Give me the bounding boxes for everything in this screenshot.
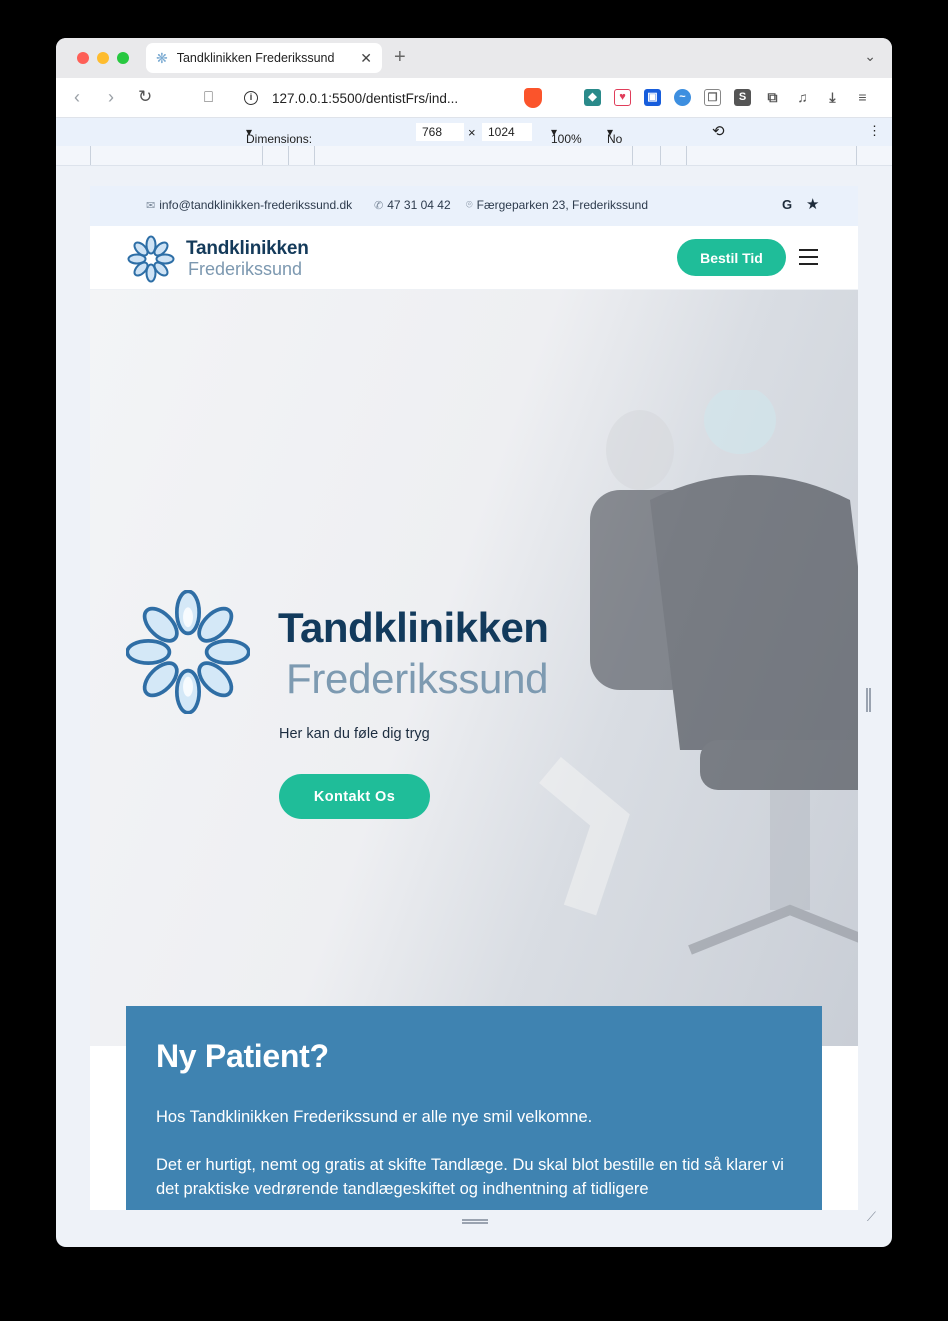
hero-flower-logo-icon (125, 589, 251, 719)
url-text: 127.0.0.1:5500/dentistFrs/ind... (272, 90, 459, 106)
new-patient-heading: Ny Patient? (156, 1038, 329, 1074)
zoom-select[interactable]: 100% ▾ (551, 125, 582, 146)
tab-bar: ❋ Tandklinikken Frederikssund ✕ + ⌄ (56, 38, 892, 78)
extensions-puzzle-icon[interactable]: ⧉ (764, 89, 781, 106)
throttling-select[interactable]: No throttling ▾ (607, 125, 653, 160)
devtools-device-toolbar: Dimensions: Responsive ▾ 768 × 1024 100%… (56, 118, 892, 160)
google-icon[interactable]: G (782, 197, 792, 212)
tab-list-chevron-icon[interactable]: ⌄ (864, 48, 876, 65)
copy-icon[interactable]: ❐ (704, 89, 721, 106)
address-bar[interactable]: i 127.0.0.1:5500/dentistFrs/ind... ⇧ (234, 83, 554, 113)
new-patient-intro: Hos Tandklinikken Frederikssund er alle … (156, 1108, 593, 1126)
new-tab-icon[interactable]: + (394, 46, 406, 69)
height-input[interactable]: 1024 (482, 123, 532, 141)
browser-toolbar: ‹ › ↻ ⎕ i 127.0.0.1:5500/dentistFrs/ind.… (56, 78, 892, 118)
phone-icon: ✆ (374, 199, 384, 212)
download-icon[interactable]: ⤓ (824, 89, 841, 106)
page-viewport: ✉ info@tandklinikken-frederikssund.dk ✆ … (90, 186, 858, 1210)
extension-s-label: S (738, 91, 747, 103)
bitwarden-icon[interactable]: ▣ (644, 89, 661, 106)
menu-icon[interactable]: ≡ (854, 89, 871, 106)
extension-icon[interactable]: ◆ (584, 89, 601, 106)
contact-us-button[interactable]: Kontakt Os (279, 774, 430, 819)
width-input[interactable]: 768 (416, 123, 464, 141)
forward-icon[interactable]: › (108, 87, 114, 108)
hamburger-menu-icon[interactable] (799, 249, 818, 265)
media-query-ruler (56, 146, 892, 166)
new-patient-details: Det er hurtigt, nemt og gratis at skifte… (156, 1156, 784, 1198)
address-text: Færgeparken 23, Frederikssund (476, 198, 649, 212)
tab-close-icon[interactable]: ✕ (360, 50, 372, 67)
back-icon[interactable]: ‹ (74, 87, 80, 108)
hero-title: Tandklinikken (278, 604, 549, 651)
hero-section: Tandklinikken Frederikssund Her kan du f… (90, 290, 858, 1046)
extension-s-icon[interactable]: S (734, 89, 751, 106)
brave-shields-icon[interactable] (524, 88, 542, 108)
rotate-icon[interactable]: ⟲ (712, 122, 725, 140)
book-appointment-button[interactable]: Bestil Tid (677, 239, 786, 276)
email-text: info@tandklinikken-frederikssund.dk (159, 198, 353, 212)
brand-name[interactable]: Tandklinikken (186, 238, 309, 260)
address-link[interactable]: ⌾ Færgeparken 23, Frederikssund (466, 198, 648, 212)
hero-tagline: Her kan du føle dig tryg (279, 726, 430, 742)
email-link[interactable]: ✉ info@tandklinikken-frederikssund.dk (146, 198, 352, 212)
bottom-resize-handle[interactable] (462, 1219, 488, 1224)
flower-logo-icon[interactable] (126, 234, 176, 289)
music-icon[interactable]: ♫ (794, 89, 811, 106)
times-icon: × (468, 125, 476, 140)
browser-tab[interactable]: ❋ Tandklinikken Frederikssund ✕ (146, 43, 382, 73)
map-pin-icon: ⌾ (466, 198, 473, 211)
more-options-icon[interactable]: ⋮ (868, 123, 881, 139)
site-info-icon[interactable]: i (244, 91, 258, 105)
brand-location[interactable]: Frederikssund (188, 259, 302, 280)
bookmark-icon[interactable]: ⎕ (204, 89, 213, 106)
pocket-icon[interactable]: ♥ (614, 89, 631, 106)
new-patient-card: Ny Patient? Hos Tandklinikken Frederikss… (126, 1006, 822, 1210)
side-resize-handle[interactable] (866, 688, 871, 712)
dentist-photo (539, 390, 858, 955)
reload-icon[interactable]: ↻ (138, 87, 152, 107)
envelope-icon: ✉ (146, 199, 156, 212)
corner-resize-icon[interactable]: ⟋ (867, 1209, 876, 1225)
browser-window: ❋ Tandklinikken Frederikssund ✕ + ⌄ ‹ › … (56, 38, 892, 1247)
dimensions-select[interactable]: Dimensions: Responsive ▾ (246, 125, 312, 160)
window-close-button[interactable] (77, 52, 89, 64)
site-header: Tandklinikken Frederikssund Bestil Tid (90, 226, 858, 290)
vpn-icon[interactable]: ~ (674, 89, 691, 106)
phone-text: 47 31 04 42 (387, 198, 451, 212)
star-icon[interactable]: ★ (806, 195, 819, 213)
tab-title: Tandklinikken Frederikssund (176, 51, 335, 65)
site-favicon-icon: ❋ (156, 49, 168, 66)
window-minimize-button[interactable] (97, 52, 109, 64)
window-maximize-button[interactable] (117, 52, 129, 64)
hero-subtitle: Frederikssund (286, 655, 549, 702)
contact-topbar: ✉ info@tandklinikken-frederikssund.dk ✆ … (90, 186, 858, 226)
phone-link[interactable]: ✆ 47 31 04 42 (374, 198, 451, 212)
